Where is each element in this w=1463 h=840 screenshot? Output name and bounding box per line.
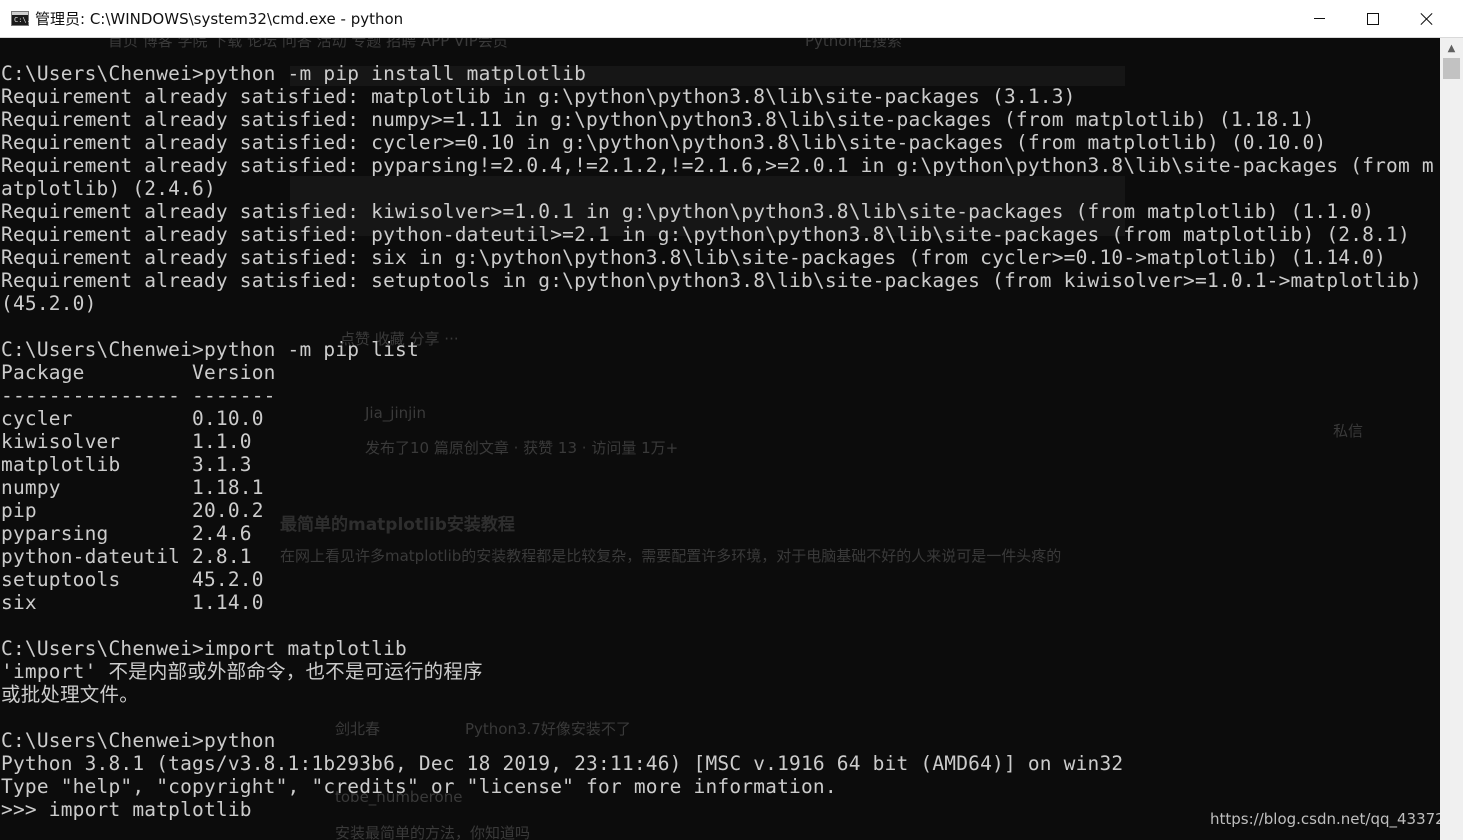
console-line: Requirement already satisfied: kiwisolve…	[1, 200, 1375, 223]
console-line: six 1.14.0	[1, 591, 264, 614]
console-line: Type "help", "copyright", "credits" or "…	[1, 775, 837, 798]
close-icon	[1420, 12, 1434, 26]
console-line: Requirement already satisfied: matplotli…	[1, 85, 1076, 108]
console-line: Requirement already satisfied: six in g:…	[1, 246, 1387, 269]
console-line: C:\Users\Chenwei>import matplotlib	[1, 637, 407, 660]
minimize-button[interactable]	[1296, 0, 1342, 37]
console-app-icon[interactable]: C:\.	[11, 11, 31, 26]
console-lines: C:\Users\Chenwei>python -m pip install m…	[1, 62, 1440, 821]
window-title: 管理员: C:\WINDOWS\system32\cmd.exe - pytho…	[35, 10, 404, 28]
watermark: https://blog.csdn.net/qq_43372180	[1210, 810, 1463, 828]
console-output-area[interactable]: 首页 博客 学院 下载 论坛 问答 活动 专题 招聘 APP VIP会员 Pyt…	[0, 38, 1440, 840]
console-line: python-dateutil 2.8.1	[1, 545, 252, 568]
ghost-nav: 首页 博客 学院 下载 论坛 问答 活动 专题 招聘 APP VIP会员	[108, 38, 508, 50]
console-line: setuptools 45.2.0	[1, 568, 264, 591]
console-line: Requirement already satisfied: cycler>=0…	[1, 131, 1327, 154]
console-line: matplotlib 3.1.3	[1, 453, 252, 476]
console-line: kiwisolver 1.1.0	[1, 430, 252, 453]
vertical-scrollbar[interactable]: ▲	[1440, 38, 1463, 840]
console-line: C:\Users\Chenwei>python -m pip install m…	[1, 62, 587, 85]
console-line: Python 3.8.1 (tags/v3.8.1:1b293b6, Dec 1…	[1, 752, 1124, 775]
maximize-icon	[1367, 12, 1379, 25]
console-line: atplotlib) (2.4.6)	[1, 177, 216, 200]
console-line: --------------- -------	[1, 384, 276, 407]
console-line: cycler 0.10.0	[1, 407, 264, 430]
minimize-icon	[1313, 18, 1325, 19]
ghost-footer-text: 安装最简单的方法，你知道吗	[335, 824, 531, 840]
close-button[interactable]	[1404, 0, 1450, 37]
console-line: (45.2.0)	[1, 292, 97, 315]
console-line: Package Version	[1, 361, 276, 384]
console-line: C:\Users\Chenwei>python -m pip list	[1, 338, 419, 361]
app-icon-label: C:\.	[14, 16, 31, 24]
ghost-search: Python在搜索	[805, 38, 902, 50]
console-line: numpy 1.18.1	[1, 476, 264, 499]
console-line: Requirement already satisfied: setuptool…	[1, 269, 1422, 292]
console-line: 'import' 不是内部或外部命令，也不是可运行的程序	[1, 660, 483, 683]
scroll-up-arrow-icon[interactable]: ▲	[1440, 38, 1463, 58]
console-line: pip 20.0.2	[1, 499, 264, 522]
console-line: Requirement already satisfied: pyparsing…	[1, 154, 1434, 177]
title-bar[interactable]: C:\. 管理员: C:\WINDOWS\system32\cmd.exe - …	[0, 0, 1463, 38]
console-line: pyparsing 2.4.6	[1, 522, 252, 545]
console-line: Requirement already satisfied: numpy>=1.…	[1, 108, 1315, 131]
console-line: Requirement already satisfied: python-da…	[1, 223, 1410, 246]
console-line: 或批处理文件。	[1, 683, 139, 706]
console-line: C:\Users\Chenwei>python	[1, 729, 276, 752]
maximize-button[interactable]	[1350, 0, 1396, 37]
scroll-thumb[interactable]	[1443, 58, 1460, 79]
